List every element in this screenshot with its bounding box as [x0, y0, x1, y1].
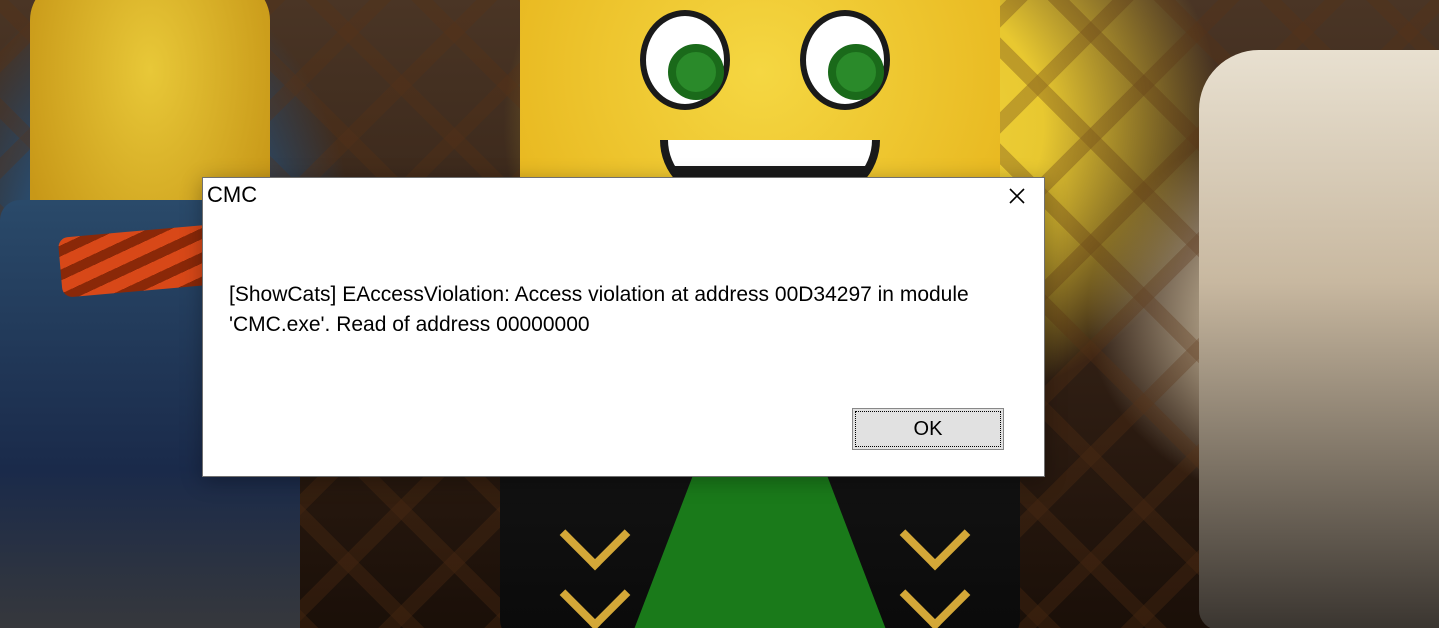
ok-button-label: OK — [914, 418, 943, 441]
ok-button[interactable]: OK — [852, 408, 1004, 450]
close-icon — [1008, 187, 1026, 209]
titlebar[interactable]: CMC — [203, 178, 1044, 220]
dialog-message: [ShowCats] EAccessViolation: Access viol… — [203, 220, 1044, 361]
dialog-title: CMC — [205, 178, 257, 208]
close-button[interactable] — [994, 180, 1040, 216]
error-dialog: CMC [ShowCats] EAccessViolation: Access … — [202, 177, 1045, 477]
